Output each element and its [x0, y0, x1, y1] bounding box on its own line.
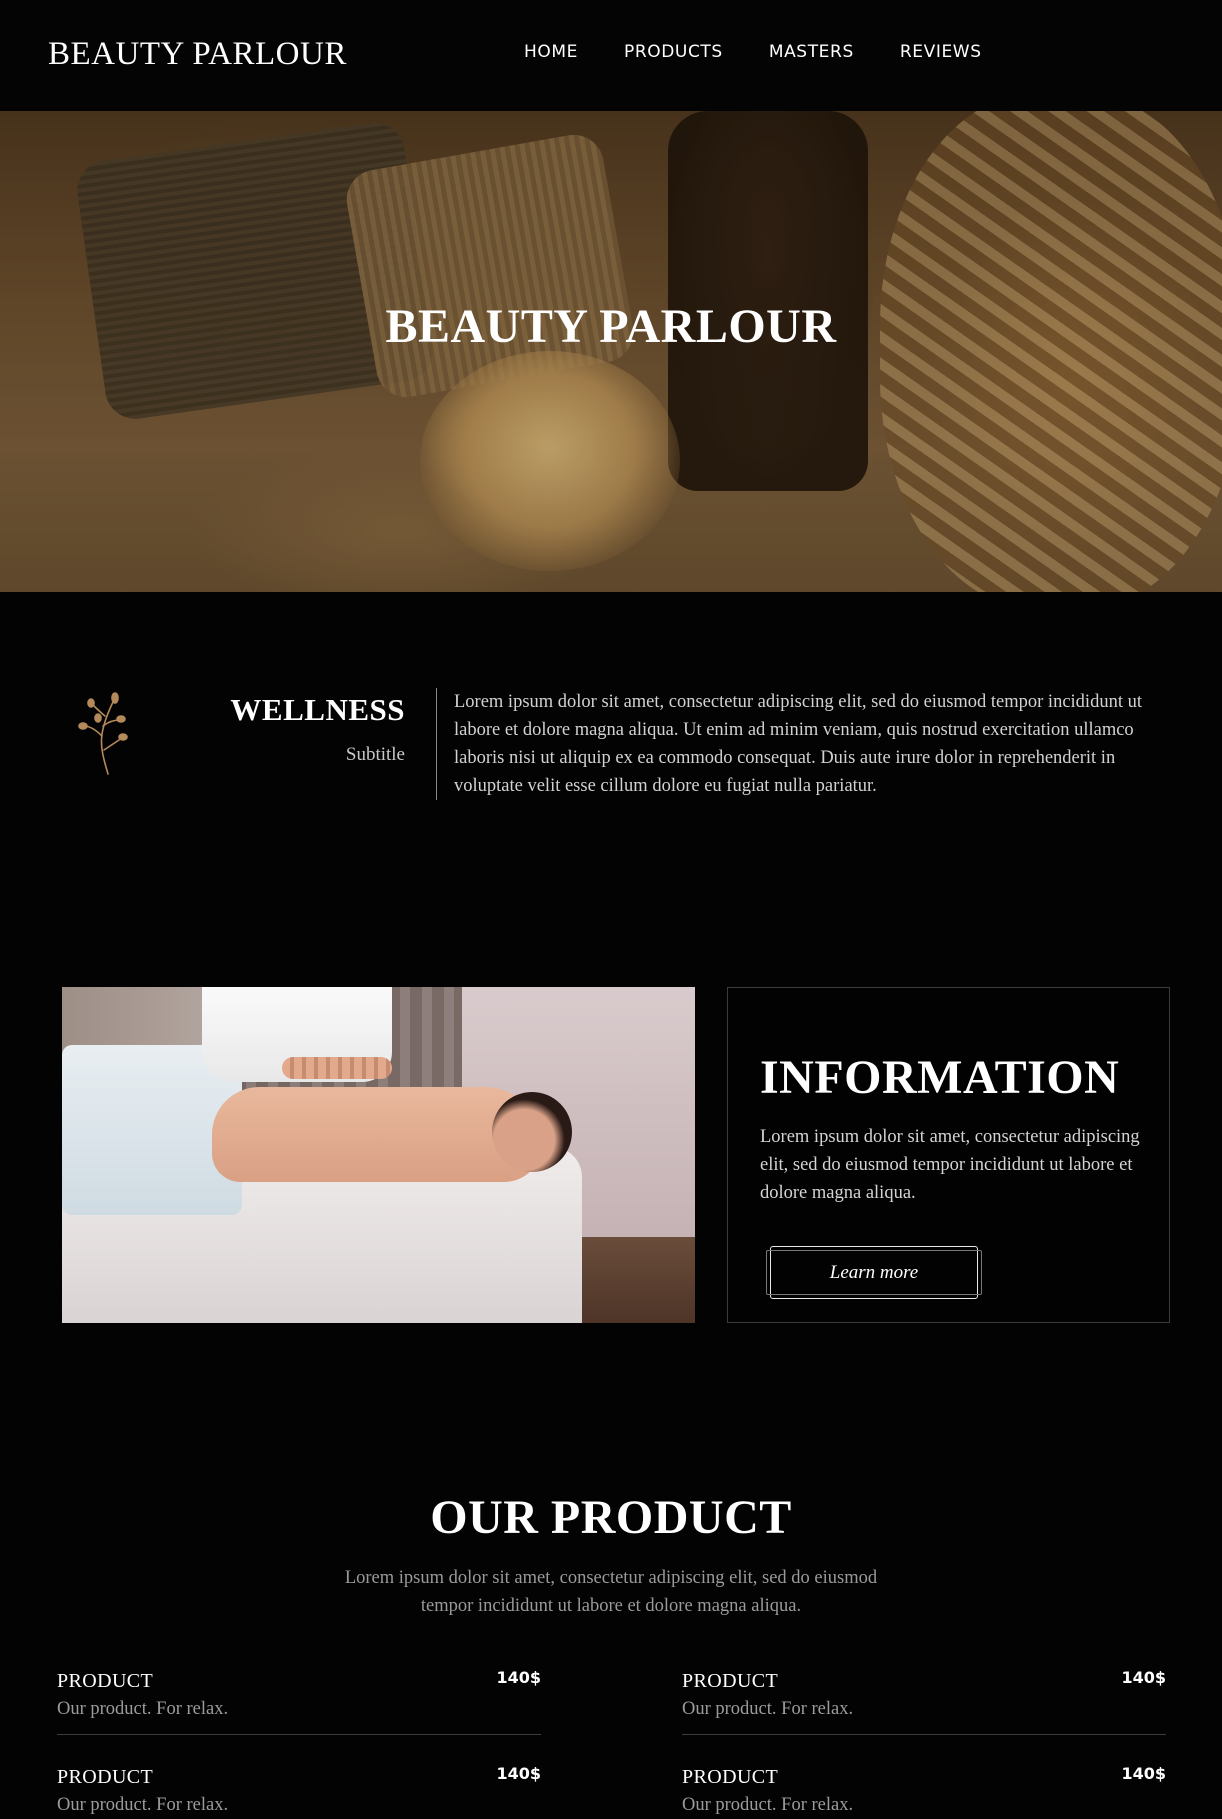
product-price: 140$ [496, 1668, 541, 1687]
product-name: PRODUCT [682, 1766, 779, 1788]
information-title: INFORMATION [760, 1051, 1120, 1104]
information-card: INFORMATION Lorem ipsum dolor sit amet, … [727, 987, 1170, 1323]
hero-title: BEAUTY PARLOUR [385, 300, 837, 353]
products-title: OUR PRODUCT [430, 1491, 792, 1544]
nav-link-products[interactable]: PRODUCTS [624, 42, 723, 62]
products-subtitle: Lorem ipsum dolor sit amet, consectetur … [344, 1568, 878, 1616]
site-logo[interactable]: BEAUTY PARLOUR [48, 36, 347, 73]
product-description: Our product. For relax. [682, 1699, 854, 1719]
product-price: 140$ [1121, 1764, 1166, 1783]
top-navbar: BEAUTY PARLOUR HOME PRODUCTS MASTERS REV… [0, 0, 1222, 111]
hero-image-towel-light [342, 130, 638, 402]
leaf-branch-icon [78, 692, 128, 775]
product-price: 140$ [1121, 1668, 1166, 1687]
product-name: PRODUCT [57, 1766, 154, 1788]
product-description: Our product. For relax. [57, 1699, 229, 1719]
product-price: 140$ [496, 1764, 541, 1783]
vertical-divider [436, 688, 437, 800]
product-divider [682, 1734, 1166, 1735]
wellness-title: WELLNESS [230, 692, 405, 727]
nav-link-home[interactable]: HOME [524, 42, 578, 62]
hero-image-towel [73, 119, 437, 423]
photo-client-head [492, 1092, 572, 1172]
massage-photo [62, 987, 695, 1323]
photo-wood-roller [282, 1057, 392, 1079]
product-divider [57, 1734, 541, 1735]
wellness-subtitle: Subtitle [345, 744, 405, 765]
nav-link-masters[interactable]: MASTERS [769, 42, 854, 62]
product-description: Our product. For relax. [682, 1795, 854, 1815]
hero-banner: BEAUTY PARLOUR [0, 111, 1222, 592]
nav-link-reviews[interactable]: REVIEWS [900, 42, 982, 62]
hero-image-candle-jar [420, 351, 680, 571]
learn-more-button[interactable]: Learn more [766, 1246, 982, 1299]
wellness-text: Lorem ipsum dolor sit amet, consectetur … [454, 692, 1142, 796]
information-text: Lorem ipsum dolor sit amet, consectetur … [760, 1127, 1140, 1203]
product-description: Our product. For relax. [57, 1795, 229, 1815]
product-name: PRODUCT [682, 1670, 779, 1692]
main-menu: HOME PRODUCTS MASTERS REVIEWS [524, 42, 982, 62]
product-name: PRODUCT [57, 1670, 154, 1692]
